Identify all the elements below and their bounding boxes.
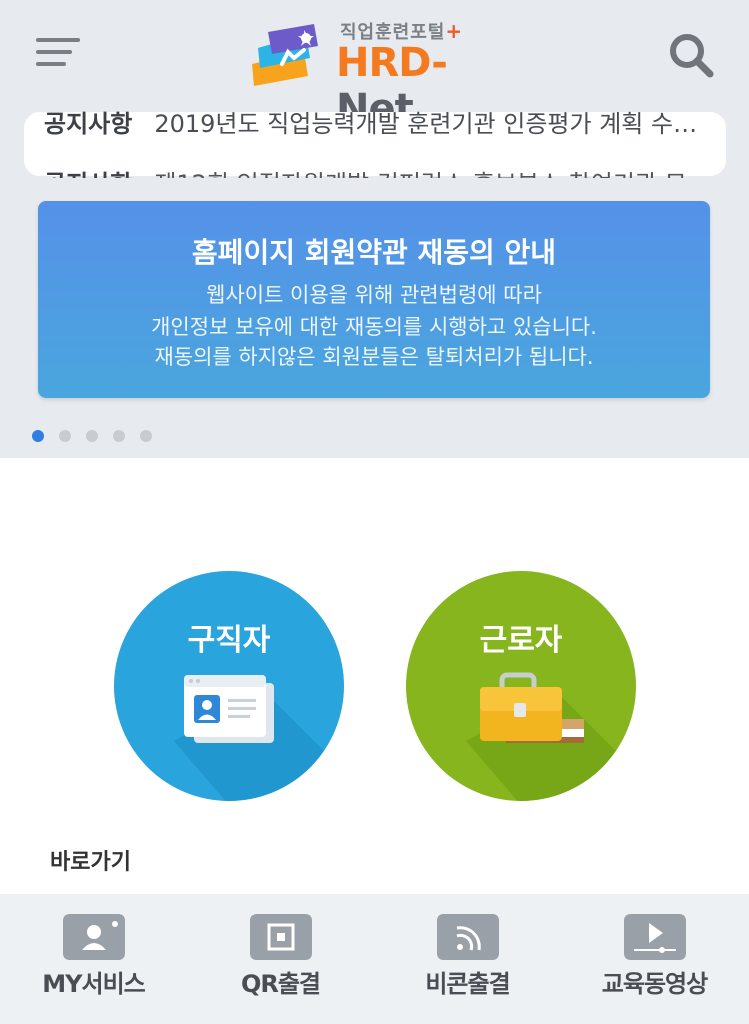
video-icon xyxy=(624,914,686,960)
notice-tag: 공지사항 xyxy=(44,170,132,178)
bottom-navigation: MY서비스 QR출결 비콘출결 교육동영상 xyxy=(0,894,749,1024)
re-consent-banner[interactable]: 홈페이지 회원약관 재동의 안내 웹사이트 이용을 위해 관련법령에 따라 개인… xyxy=(38,201,710,398)
search-icon[interactable] xyxy=(668,32,714,78)
notice-item: 공지사항 제12회 인적자원개발 컨퍼런스 홍보부스 참여기관 모 xyxy=(44,164,704,178)
top-section: 직업훈련포털+ HRD-Net 공지사항 2019년도 직업능력개발 훈련기관 인… xyxy=(0,0,749,458)
notice-text: 2019년도 직업능력개발 훈련기관 인증평가 계획 수… xyxy=(154,110,698,138)
person-card-icon xyxy=(63,914,125,960)
logo-hrd: HRD xyxy=(336,40,432,86)
menu-icon[interactable] xyxy=(36,36,82,68)
qr-icon xyxy=(250,914,312,960)
nav-label: QR출결 xyxy=(240,970,321,998)
worker-label: 근로자 xyxy=(479,623,563,658)
notice-tag: 공지사항 xyxy=(44,110,133,138)
banner-title: 홈페이지 회원약관 재동의 안내 xyxy=(191,236,557,269)
job-seeker-label: 구직자 xyxy=(187,623,271,658)
app-header: 직업훈련포털+ HRD-Net xyxy=(0,0,749,132)
banner-line: 웹사이트 이용을 위해 관련법령에 따라 xyxy=(206,283,542,307)
banner-line: 재동의를 하지않은 회원분들은 탈퇴처리가 됩니다. xyxy=(154,345,594,369)
nav-qr-attendance[interactable]: QR출결 xyxy=(187,894,374,1024)
briefcase-icon xyxy=(466,672,636,801)
nav-label: MY서비스 xyxy=(42,970,146,998)
nav-education-video[interactable]: 교육동영상 xyxy=(561,894,748,1024)
carousel-dot[interactable] xyxy=(32,430,44,442)
notice-item[interactable]: 공지사항 2019년도 직업능력개발 훈련기관 인증평가 계획 수… xyxy=(44,104,704,139)
logo-dash: - xyxy=(431,40,448,86)
nav-my-service[interactable]: MY서비스 xyxy=(0,894,187,1024)
worker-button[interactable]: 근로자 xyxy=(406,571,636,801)
id-card-icon xyxy=(174,675,344,801)
logo-mark-icon xyxy=(252,24,318,86)
notice-text: 제12회 인적자원개발 컨퍼런스 홍보부스 참여기관 모 xyxy=(154,170,686,178)
carousel-dot[interactable] xyxy=(59,430,71,442)
carousel-dot[interactable] xyxy=(140,430,152,442)
shortcut-label: 바로가기 xyxy=(50,850,131,875)
job-seeker-button[interactable]: 구직자 xyxy=(114,571,344,801)
nav-label: 비콘출결 xyxy=(425,970,510,998)
banner-line: 개인정보 보유에 대한 재동의를 시행하고 있습니다. xyxy=(151,315,597,339)
nav-label: 교육동영상 xyxy=(601,970,708,998)
carousel-dot[interactable] xyxy=(113,430,125,442)
carousel-dot[interactable] xyxy=(86,430,98,442)
beacon-icon xyxy=(437,914,499,960)
nav-beacon-attendance[interactable]: 비콘출결 xyxy=(374,894,561,1024)
hrd-net-logo[interactable]: 직업훈련포털+ HRD-Net xyxy=(248,16,508,132)
